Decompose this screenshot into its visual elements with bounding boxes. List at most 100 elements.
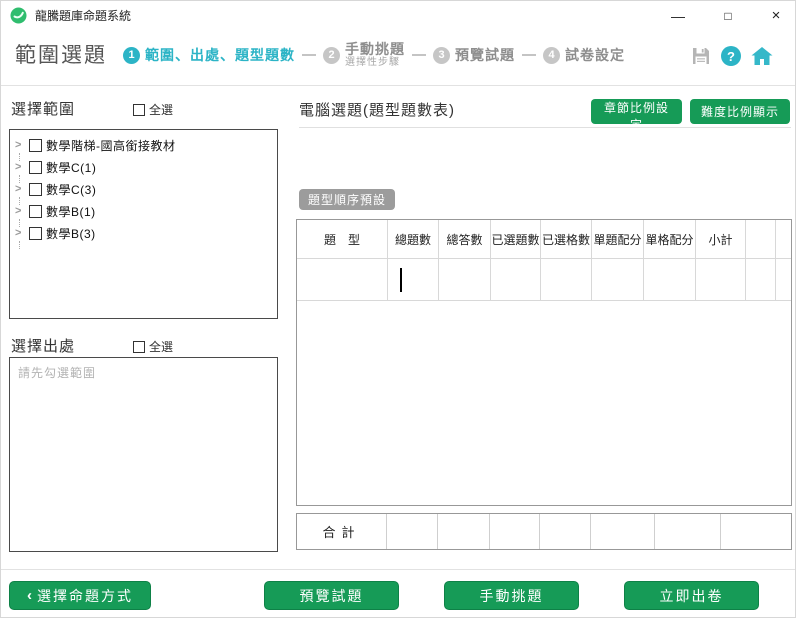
source-select-all-label: 全選 xyxy=(149,340,174,354)
step-2-manual-pick[interactable]: 2 手動挑題 選擇性步驟 xyxy=(323,41,405,69)
chevron-right-icon[interactable]: > xyxy=(15,227,27,249)
tree-item-label: 數學C(1) xyxy=(46,160,97,175)
app-logo-icon xyxy=(10,7,27,24)
table-header-cell xyxy=(746,220,776,259)
step-connector xyxy=(412,54,426,56)
table-header-cell: 總題數 xyxy=(388,220,439,259)
table-cell-type[interactable] xyxy=(297,259,388,301)
table-header-cell: 已選題數 xyxy=(491,220,541,259)
tree-item-checkbox[interactable] xyxy=(29,226,42,240)
tree-item[interactable]: > 數學B(3) xyxy=(10,222,277,249)
chevron-left-icon: ‹ xyxy=(27,587,32,604)
chevron-right-icon[interactable]: > xyxy=(15,183,27,205)
chevron-right-icon[interactable]: > xyxy=(15,161,27,183)
question-type-table: 題 型總題數 總答數 已選題數 已選格數 單題配分 單格配分 小計 xyxy=(296,219,792,506)
chevron-right-icon[interactable]: > xyxy=(15,139,27,161)
tree-item[interactable]: > 數學階梯-國高銜接教材 xyxy=(10,134,277,161)
save-icon[interactable] xyxy=(691,46,711,66)
tree-item[interactable]: > 數學C(1) xyxy=(10,156,277,183)
tree-item[interactable]: > 數學C(3) xyxy=(10,178,277,205)
step-4-label: 試卷設定 xyxy=(565,47,625,63)
total-cell xyxy=(655,514,721,549)
step-1-label: 範圍、出處、題型題數 xyxy=(145,47,295,63)
step-2-sublabel: 選擇性步驟 xyxy=(345,57,400,69)
table-header-cell: 題 型 xyxy=(297,220,388,259)
tree-item-label: 數學B(3) xyxy=(46,226,96,241)
total-cell xyxy=(721,514,791,549)
table-header-cell: 總答數 xyxy=(439,220,491,259)
tree-item-checkbox[interactable] xyxy=(29,204,42,218)
titlebar: 龍騰題庫命題系統 — □ × xyxy=(1,1,795,31)
section-divider xyxy=(299,127,791,128)
step-2-label: 手動挑題 xyxy=(345,41,405,58)
tree-item-checkbox[interactable] xyxy=(29,182,42,196)
tree-item-checkbox[interactable] xyxy=(29,160,42,174)
step-3-number: 3 xyxy=(433,46,450,64)
computer-selection-title: 電腦選題(題型題數表) xyxy=(299,102,455,119)
step-3-label: 預覽試題 xyxy=(455,47,515,63)
table-cell-points-per-blank[interactable] xyxy=(644,259,696,301)
maximize-button[interactable]: □ xyxy=(713,1,743,31)
total-row: 合計 xyxy=(296,513,792,550)
tree-item-label: 數學階梯-國高銜接教材 xyxy=(46,138,176,153)
tree-item-label: 數學C(3) xyxy=(46,182,97,197)
difficulty-ratio-button[interactable]: 難度比例顯示 xyxy=(690,99,790,124)
app-window: 龍騰題庫命題系統 — □ × 範圍選題 1 範圍、出處、題型題數 2 手動挑題 … xyxy=(0,0,796,618)
source-select-all-checkbox[interactable] xyxy=(133,340,145,353)
table-header-cell xyxy=(776,220,791,259)
tree-item-checkbox[interactable] xyxy=(29,138,42,152)
range-select-all[interactable]: 全選 xyxy=(133,101,173,118)
table-header-cell: 已選格數 xyxy=(541,220,592,259)
tree-item[interactable]: > 數學B(1) xyxy=(10,200,277,227)
window-title: 龍騰題庫命題系統 xyxy=(35,9,132,23)
table-cell-points-per-question[interactable] xyxy=(592,259,644,301)
table-header-cell: 單格配分 xyxy=(644,220,696,259)
back-button-label: 選擇命題方式 xyxy=(37,587,133,604)
manual-pick-button[interactable]: 手動挑題 xyxy=(444,581,579,610)
home-icon[interactable] xyxy=(751,46,773,66)
total-cell xyxy=(490,514,540,549)
step-2-number: 2 xyxy=(323,46,340,64)
header-icons: ? xyxy=(691,46,773,66)
header-divider xyxy=(1,85,795,86)
table-cell-total-answers[interactable] xyxy=(439,259,491,301)
table-cell-extra[interactable] xyxy=(746,259,776,301)
type-order-preset-button[interactable]: 題型順序預設 xyxy=(299,189,396,210)
table-cell-selected-blanks[interactable] xyxy=(541,259,592,301)
range-select-all-label: 全選 xyxy=(149,103,174,117)
source-select-all[interactable]: 全選 xyxy=(133,338,173,355)
tree-item-label: 數學B(1) xyxy=(46,204,96,219)
help-icon[interactable]: ? xyxy=(721,46,741,66)
table-cell-subtotal[interactable] xyxy=(696,259,746,301)
table-row xyxy=(297,259,791,301)
table-header-cell: 單題配分 xyxy=(592,220,644,259)
range-select-all-checkbox[interactable] xyxy=(133,103,145,116)
wizard-steps: 1 範圍、出處、題型題數 2 手動挑題 選擇性步驟 3 預覽試題 4 試卷設定 xyxy=(123,37,625,73)
table-header-cell: 小計 xyxy=(696,220,746,259)
text-caret xyxy=(400,268,402,292)
table-header-row: 題 型總題數 總答數 已選題數 已選格數 單題配分 單格配分 小計 xyxy=(297,220,791,259)
minimize-button[interactable]: — xyxy=(663,1,693,31)
total-label: 合計 xyxy=(297,514,387,549)
preview-questions-button[interactable]: 預覽試題 xyxy=(264,581,399,610)
step-4-paper-settings[interactable]: 4 試卷設定 xyxy=(543,45,625,65)
chapter-ratio-button[interactable]: 章節比例設定 xyxy=(591,99,682,132)
range-section-title: 選擇範圍 xyxy=(11,101,76,118)
source-list-box: 請先勾選範圍 xyxy=(9,357,278,552)
step-connector xyxy=(522,54,536,56)
total-cell xyxy=(540,514,591,549)
range-tree: > 數學階梯-國高銜接教材 > 數學C(1) > 數學C(3) > 數學B(1) xyxy=(9,129,278,319)
table-cell-total-questions[interactable] xyxy=(388,259,439,301)
total-cell xyxy=(387,514,438,549)
close-button[interactable]: × xyxy=(761,1,791,31)
total-cell xyxy=(438,514,490,549)
step-1-range[interactable]: 1 範圍、出處、題型題數 xyxy=(123,45,295,65)
table-cell-extra[interactable] xyxy=(776,259,791,301)
back-to-method-button[interactable]: ‹ 選擇命題方式 xyxy=(9,581,151,610)
chevron-right-icon[interactable]: > xyxy=(15,205,27,227)
table-cell-selected-questions[interactable] xyxy=(491,259,541,301)
footer-divider xyxy=(1,569,795,570)
step-connector xyxy=(302,54,316,56)
step-3-preview[interactable]: 3 預覽試題 xyxy=(433,45,515,65)
generate-paper-button[interactable]: 立即出卷 xyxy=(624,581,759,610)
